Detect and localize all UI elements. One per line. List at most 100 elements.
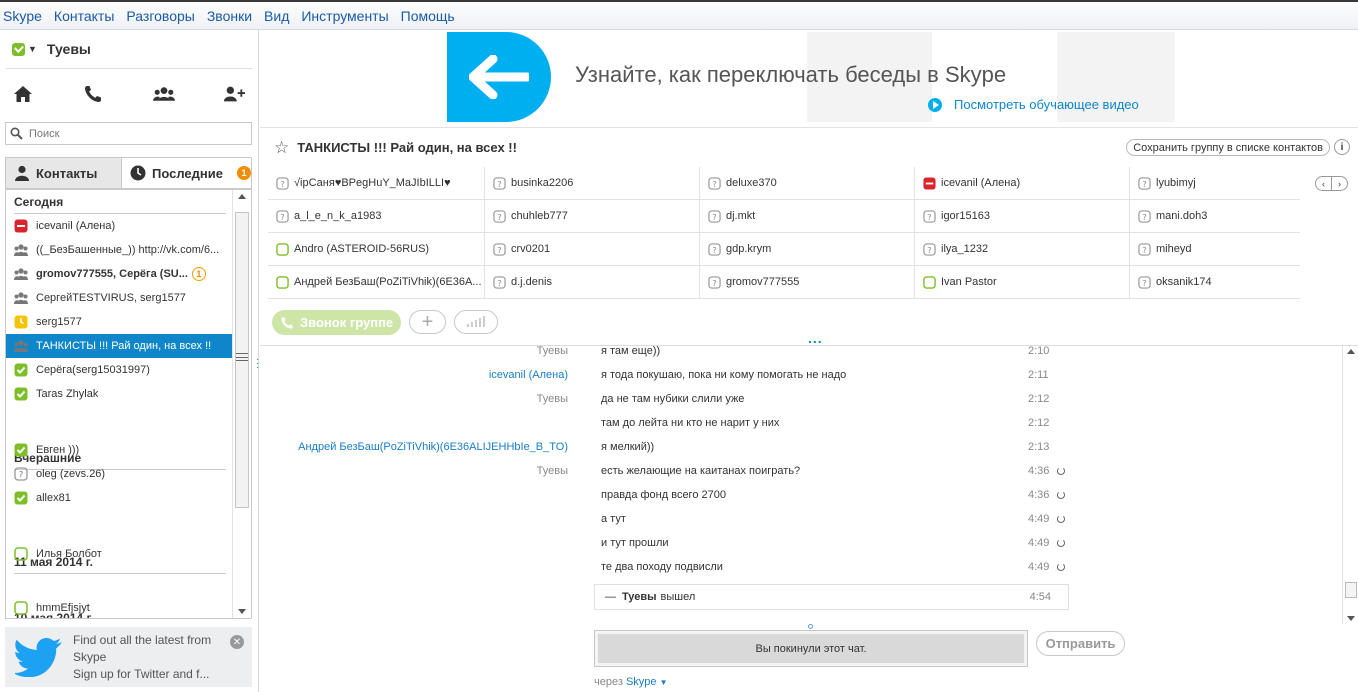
- user-status-bar[interactable]: ▼ Туевы: [0, 30, 259, 68]
- message-time: 4:49: [1028, 513, 1050, 525]
- participants-pager: ‹ ›: [1315, 176, 1348, 191]
- send-button[interactable]: Отправить: [1036, 631, 1125, 656]
- watch-video-link[interactable]: Посмотреть обучающее видео: [928, 97, 1139, 112]
- clock-icon: [130, 165, 146, 181]
- contact-item[interactable]: serg1577: [6, 310, 232, 334]
- contact-item[interactable]: СергейTESTVIRUS, serg1577: [6, 286, 232, 310]
- participant-item[interactable]: Andro (ASTEROID-56RUS): [268, 233, 485, 266]
- message-text: я мелкий)): [601, 441, 655, 453]
- home-icon[interactable]: [12, 83, 34, 105]
- twitter-promo[interactable]: Find out all the latest from Skype Sign …: [5, 627, 252, 687]
- tab-recent[interactable]: Последние 1: [122, 158, 251, 188]
- participant-item[interactable]: ? mani.doh3: [1130, 200, 1300, 233]
- participant-item[interactable]: ? oksanik174: [1130, 266, 1300, 299]
- participant-item[interactable]: Андрей БезБаш(PoZiTiVhik)(6E36A...: [268, 266, 485, 299]
- star-icon[interactable]: ☆: [274, 138, 289, 158]
- participant-item[interactable]: ? dj.mkt: [700, 200, 915, 233]
- scroll-thumb[interactable]: [1345, 582, 1357, 598]
- menu-item-4[interactable]: Вид: [264, 8, 289, 24]
- contact-list-scrollbar[interactable]: [232, 190, 251, 618]
- contact-name: Серёга(serg15031997): [36, 364, 150, 376]
- message-input[interactable]: Вы покинули этот чат.: [594, 630, 1028, 667]
- participant-name: igor15163: [941, 210, 990, 222]
- contact-item[interactable]: hmmEfjsjyt: [6, 596, 232, 618]
- participant-item[interactable]: ? lyubimyj: [1130, 167, 1300, 200]
- online-status-icon[interactable]: [12, 42, 25, 56]
- close-icon[interactable]: ✕: [230, 635, 244, 649]
- contact-item[interactable]: ((_БезБашенные_)) http://vk.com/6...: [6, 238, 232, 262]
- contact-item[interactable]: icevanil (Алена): [6, 214, 232, 238]
- chevron-left-icon[interactable]: ‹: [1316, 177, 1332, 190]
- scroll-down-icon[interactable]: [1347, 616, 1355, 621]
- chevron-down-icon: ▼: [659, 678, 668, 687]
- menu-item-6[interactable]: Помощь: [401, 8, 455, 24]
- participant-item[interactable]: ? igor15163: [915, 200, 1130, 233]
- unknown-status-icon: ?: [708, 176, 721, 190]
- tutorial-banner[interactable]: Узнайте, как переключать беседы в Skype …: [447, 32, 1175, 122]
- participant-item[interactable]: ? businka2206: [485, 167, 700, 200]
- svg-text:?: ?: [497, 178, 501, 188]
- participant-item[interactable]: ? a_l_e_n_k_a1983: [268, 200, 485, 233]
- contact-item[interactable]: gromov777555, Серёга (SU... 1: [6, 262, 232, 286]
- menu-item-5[interactable]: Инструменты: [301, 8, 388, 24]
- add-contact-icon[interactable]: [223, 83, 245, 105]
- phone-icon[interactable]: [82, 83, 104, 105]
- participant-item[interactable]: ? gdp.krym: [700, 233, 915, 266]
- menu-item-0[interactable]: Skype: [3, 8, 42, 24]
- message-author[interactable]: Андрей БезБаш(PoZiTiVhik)(6E36ALIJEHHbIe…: [298, 435, 568, 459]
- participant-item[interactable]: Ivan Pastor: [915, 266, 1130, 299]
- participant-item[interactable]: ? miheyd: [1130, 233, 1300, 266]
- search-box[interactable]: [5, 122, 252, 145]
- contact-item[interactable]: ТАНКИСТЫ !!! Рай один, на всех !!: [6, 334, 232, 358]
- contact-item[interactable]: Серёга(serg15031997): [6, 358, 232, 382]
- group-status-icon: [14, 340, 28, 352]
- menu-item-3[interactable]: Звонки: [207, 8, 252, 24]
- chevron-down-icon[interactable]: ▼: [28, 44, 37, 54]
- message-author: Туевы: [536, 465, 568, 477]
- contact-item[interactable]: Илья Болбот: [6, 542, 232, 566]
- contact-name: allex81: [36, 492, 71, 504]
- scroll-up-icon[interactable]: [1347, 349, 1355, 354]
- participant-item[interactable]: icevanil (Алена): [915, 167, 1130, 200]
- panel-resize-handle[interactable]: · · ·: [256, 355, 259, 373]
- notice-dash: —: [605, 591, 616, 603]
- signal-icon[interactable]: [454, 310, 498, 334]
- participant-item[interactable]: ? ilya_1232: [915, 233, 1130, 266]
- search-icon: [10, 127, 23, 140]
- participant-item[interactable]: ? d.j.denis: [485, 266, 700, 299]
- tab-contacts[interactable]: Контакты: [6, 158, 122, 188]
- menu-item-1[interactable]: Контакты: [54, 8, 114, 24]
- call-group-button[interactable]: Звонок группе: [272, 310, 401, 335]
- message-author[interactable]: icevanil (Алена): [489, 363, 568, 387]
- chat-message: те два походу подвисли 4:49: [260, 555, 1340, 579]
- group-icon[interactable]: [152, 83, 175, 105]
- divider: [6, 68, 252, 69]
- scroll-up-icon[interactable]: [238, 194, 246, 199]
- chat-message: там до лейта ни кто не нарит у них 2:12: [260, 411, 1340, 435]
- chevron-right-icon[interactable]: ›: [1332, 177, 1347, 190]
- contact-item[interactable]: Евген ))): [6, 438, 232, 462]
- participant-item[interactable]: ? deluxe370: [700, 167, 915, 200]
- participant-item[interactable]: ? √ipСаня♥BPegHuY_MaJIbILLI♥: [268, 167, 485, 200]
- save-group-button[interactable]: Сохранить группу в списке контактов: [1126, 139, 1330, 156]
- message-author: Туевы: [536, 345, 568, 357]
- tab-recent-label: Последние: [152, 165, 223, 181]
- search-input[interactable]: [29, 127, 229, 140]
- scroll-down-icon[interactable]: [238, 609, 246, 614]
- menu-item-2[interactable]: Разговоры: [126, 8, 194, 24]
- contact-item[interactable]: ? oleg (zevs.26): [6, 462, 232, 486]
- info-icon[interactable]: i: [1334, 139, 1350, 155]
- unknown-status-icon: ?: [493, 242, 506, 256]
- scroll-thumb[interactable]: [235, 212, 249, 508]
- chat-message: а тут 4:49: [260, 507, 1340, 531]
- participant-item[interactable]: ? crv0201: [485, 233, 700, 266]
- participant-item[interactable]: ? chuhleb777: [485, 200, 700, 233]
- unknown-status-icon: ?: [708, 242, 721, 256]
- add-people-button[interactable]: +: [409, 310, 446, 334]
- participant-item[interactable]: ? gromov777555: [700, 266, 915, 299]
- chat-scrollbar[interactable]: [1342, 346, 1358, 624]
- via-selector[interactable]: через Skype ▼: [594, 676, 668, 688]
- unread-badge: 1: [191, 267, 206, 281]
- contact-item[interactable]: Taras Zhylak: [6, 382, 232, 406]
- contact-item[interactable]: allex81: [6, 486, 232, 510]
